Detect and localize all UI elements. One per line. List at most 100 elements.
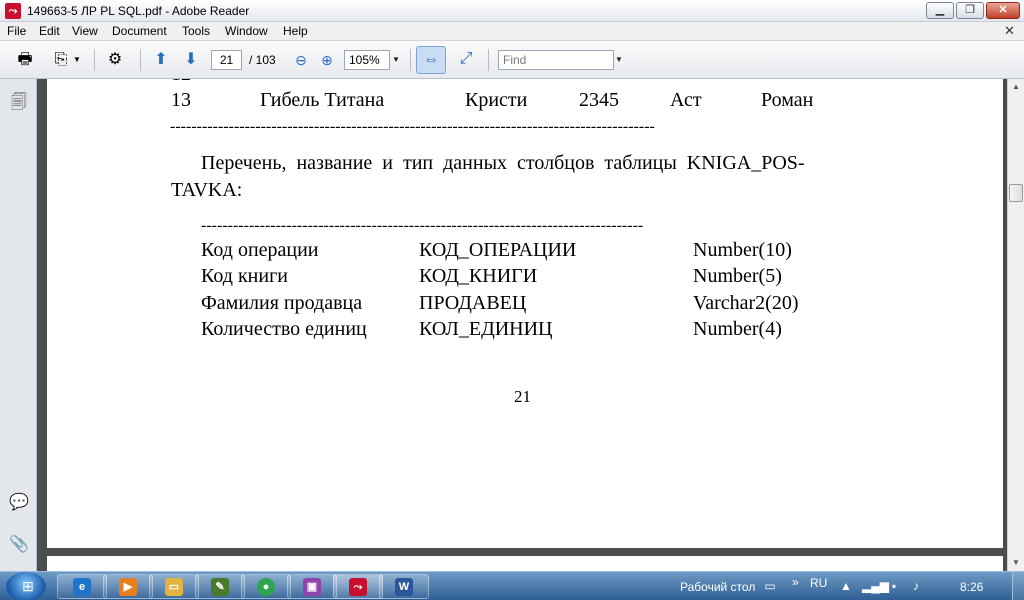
taskbar-app-6[interactable]: ▣ xyxy=(287,574,337,599)
column-type: Number(5) xyxy=(693,265,782,287)
navigation-pane: 🗐 💬 📎 xyxy=(0,79,37,571)
word-icon: W xyxy=(395,578,413,596)
zoom-in-icon[interactable]: ⊕ xyxy=(316,49,338,71)
table-cell-title: Гибель Титана xyxy=(260,89,385,111)
table-cell-num: 13 xyxy=(171,89,191,111)
find-dropdown-icon[interactable]: ▼ xyxy=(614,50,624,70)
table-cell-genre: Роман xyxy=(761,89,814,111)
arrow-down-icon[interactable]: ⬇ xyxy=(180,49,202,71)
comments-icon[interactable]: 💬 xyxy=(9,493,29,513)
toolbar-separator xyxy=(94,49,95,71)
menu-window[interactable]: Window xyxy=(225,24,268,38)
fit-page-button[interactable]: ⤢ xyxy=(452,46,482,74)
app-icon: ● xyxy=(257,578,275,596)
toolbar-separator xyxy=(140,49,141,71)
toolbar-separator xyxy=(488,49,489,71)
menu-edit[interactable]: Edit xyxy=(39,24,60,38)
zoom-input[interactable]: 105% xyxy=(344,50,390,70)
paragraph-line: Перечень, название и тип данных столбцов… xyxy=(201,152,805,174)
start-button[interactable]: ⊞ xyxy=(6,572,46,600)
menu-document[interactable]: Document xyxy=(112,24,167,38)
table-cell-qty: 2345 xyxy=(579,89,619,111)
taskbar: ⊞ e ▶ ▭ ✎ ● ▣ ⤳ W Рабочий стол ▭ » RU ▲ … xyxy=(0,571,1024,600)
column-type: Number(10) xyxy=(693,239,792,261)
show-hidden-icons-icon[interactable]: ▲ xyxy=(838,578,854,594)
media-player-icon: ▶ xyxy=(119,578,137,596)
desktop-toolbar-label[interactable]: Рабочий стол xyxy=(680,580,755,594)
column-code: ПРОДАВЕЦ xyxy=(419,292,527,314)
speaker-icon[interactable]: ♪ xyxy=(908,578,924,594)
fit-page-icon: ⤢ xyxy=(459,50,473,67)
desktop-folder-icon[interactable]: ▭ xyxy=(762,578,778,594)
share-icon[interactable]: ⎘ xyxy=(50,49,72,71)
menu-help[interactable]: Help xyxy=(283,24,308,38)
close-document-icon[interactable]: ✕ xyxy=(1004,23,1015,39)
zoom-out-icon[interactable]: ⊖ xyxy=(290,49,312,71)
window-title: 149663-5 ЛР PL SQL.pdf - Adobe Reader xyxy=(27,4,250,18)
column-type: Number(4) xyxy=(693,318,782,340)
collaborate-icon[interactable]: ⚙ xyxy=(104,49,126,71)
column-code: КОД_ОПЕРАЦИИ xyxy=(419,239,577,261)
tray-app-icon[interactable]: ▪ xyxy=(886,578,902,594)
taskbar-app-5[interactable]: ● xyxy=(241,574,291,599)
toolbar: 🖶 ⎘ ▼ ⚙ ⬆ ⬇ 21 / 103 ⊖ ⊕ 105% ▼ ⇔ ⤢ Find… xyxy=(0,41,1024,79)
taskbar-explorer[interactable]: ▭ xyxy=(149,574,199,599)
dash-separator: ----------------------------------------… xyxy=(201,217,644,234)
column-name: Количество единиц xyxy=(201,318,367,340)
taskbar-media-player[interactable]: ▶ xyxy=(103,574,153,599)
app-icon: ✎ xyxy=(211,578,229,596)
table-cell: 12 xyxy=(171,79,191,86)
fit-width-button[interactable]: ⇔ xyxy=(416,46,446,74)
toolbar-separator xyxy=(410,49,411,71)
adobe-reader-icon: ⤳ xyxy=(5,3,21,19)
pages-icon[interactable]: 🗐 xyxy=(9,93,29,113)
column-name: Фамилия продавца xyxy=(201,292,363,314)
column-code: КОД_КНИГИ xyxy=(419,265,538,287)
vertical-scrollbar[interactable]: ▲ ▼ xyxy=(1007,79,1024,571)
document-view[interactable]: 12 13 Гибель Титана Кристи 2345 Аст Рома… xyxy=(37,79,1007,571)
folder-icon: ▭ xyxy=(165,578,183,596)
chevron-right-icon[interactable]: » xyxy=(792,575,799,589)
column-code: КОЛ_ЕДИНИЦ xyxy=(419,318,553,340)
menu-tools[interactable]: Tools xyxy=(182,24,210,38)
chevron-down-icon[interactable]: ▼ xyxy=(72,49,82,71)
adobe-reader-icon: ⤳ xyxy=(349,578,367,596)
page-total: / 103 xyxy=(249,53,276,67)
column-type: Varchar2(20) xyxy=(693,292,799,314)
table-cell-publisher: Аст xyxy=(670,89,702,111)
show-desktop-button[interactable] xyxy=(1012,572,1024,600)
scroll-down-icon[interactable]: ▼ xyxy=(1008,555,1024,571)
language-indicator[interactable]: RU xyxy=(810,576,827,590)
column-name: Код операции xyxy=(201,239,319,261)
fit-width-icon: ⇔ xyxy=(423,51,439,68)
menu-bar: File Edit View Document Tools Window Hel… xyxy=(0,22,1024,41)
close-button[interactable]: ✕ xyxy=(986,2,1020,19)
taskbar-adobe-reader[interactable]: ⤳ xyxy=(333,574,383,599)
menu-file[interactable]: File xyxy=(7,24,26,38)
table-cell-author: Кристи xyxy=(465,89,528,111)
pdf-page-next xyxy=(47,556,1003,571)
find-input[interactable]: Find xyxy=(498,50,614,70)
internet-explorer-icon: e xyxy=(73,578,91,596)
network-signal-icon[interactable]: ▂▄▆ xyxy=(862,578,889,594)
scroll-up-icon[interactable]: ▲ xyxy=(1008,79,1024,95)
minimize-button[interactable]: ▁ xyxy=(926,2,954,19)
menu-view[interactable]: View xyxy=(72,24,98,38)
taskbar-app-4[interactable]: ✎ xyxy=(195,574,245,599)
app-icon: ▣ xyxy=(303,578,321,596)
scroll-thumb[interactable] xyxy=(1009,184,1023,202)
clock[interactable]: 8:26 xyxy=(960,580,983,594)
print-icon[interactable]: 🖶 xyxy=(14,49,36,71)
pdf-page: 12 13 Гибель Титана Кристи 2345 Аст Рома… xyxy=(47,79,1003,548)
maximize-button[interactable]: ❐ xyxy=(956,2,984,19)
title-bar: ⤳ 149663-5 ЛР PL SQL.pdf - Adobe Reader … xyxy=(0,0,1024,22)
attachments-icon[interactable]: 📎 xyxy=(9,535,29,555)
taskbar-ie[interactable]: e xyxy=(57,574,107,599)
column-name: Код книги xyxy=(201,265,288,287)
zoom-dropdown-icon[interactable]: ▼ xyxy=(390,50,402,70)
page-number: 21 xyxy=(514,387,531,406)
page-number-input[interactable]: 21 xyxy=(211,50,242,70)
taskbar-word[interactable]: W xyxy=(379,574,429,599)
dash-separator: ----------------------------------------… xyxy=(170,118,655,135)
arrow-up-icon[interactable]: ⬆ xyxy=(150,49,172,71)
